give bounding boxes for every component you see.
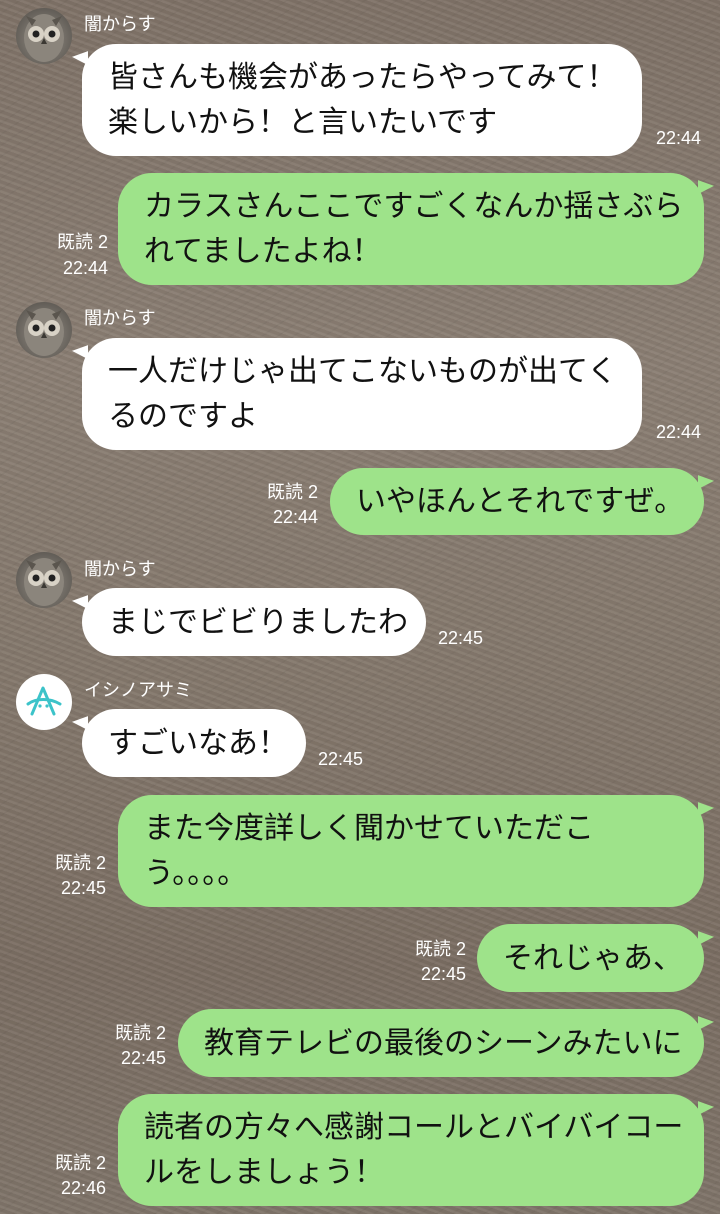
message-bubble[interactable]: すごいなあ！ [82,709,306,777]
sender-name: 闇からす [84,14,156,35]
message-time: 22:44 [656,128,702,148]
message-time: 22:44 [62,258,108,278]
owl-icon [24,558,64,606]
owl-icon [24,14,64,62]
message-time: 22:44 [272,507,318,527]
read-receipt: 既読 2 [114,1023,166,1043]
read-receipt: 既読 2 [266,482,318,502]
message-time: 22:45 [318,749,364,769]
message-time: 22:44 [656,422,702,442]
message-time: 22:46 [60,1178,106,1198]
read-receipt: 既読 2 [54,1153,106,1173]
avatar-ishinoasami[interactable] [16,674,72,730]
avatar-owl[interactable] [16,302,72,358]
message-bubble[interactable]: まじでビビりましたわ [82,588,426,656]
message-bubble[interactable]: 皆さんも機会があったらやってみて！ 楽しいから！と言いたいです [82,44,642,156]
message-time: 22:45 [420,964,466,984]
read-receipt: 既読 2 [54,853,106,873]
sender-name: イシノアサミ [84,680,192,701]
sender-name: 闇からす [84,559,156,580]
read-receipt: 既読 2 [56,232,108,252]
message-bubble[interactable]: それじゃあ、 [477,924,704,992]
message-bubble[interactable]: 読者の方々へ感謝コールとバイバイコー ルをしましょう！ [118,1094,704,1206]
avatar-owl[interactable] [16,8,72,64]
message-bubble[interactable]: 一人だけじゃ出てこないものが出てく るのですよ [82,338,642,450]
message-time: 22:45 [120,1048,166,1068]
message-time: 22:45 [60,878,106,898]
message-time: 22:45 [438,628,484,648]
owl-icon [24,308,64,356]
read-receipt: 既読 2 [414,939,466,959]
message-bubble[interactable]: いやほんとそれですぜ。 [330,468,704,535]
message-bubble[interactable]: 教育テレビの最後のシーンみたいに [178,1009,704,1077]
sender-name: 闇からす [84,308,156,329]
message-bubble[interactable]: カラスさんここですごくなんか揺さぶら れてましたよね！ [118,173,704,285]
letter-a-icon [26,686,62,716]
message-bubble[interactable]: また今度詳しく聞かせていただこ う。。。。 [118,795,704,907]
avatar-owl[interactable] [16,552,72,608]
